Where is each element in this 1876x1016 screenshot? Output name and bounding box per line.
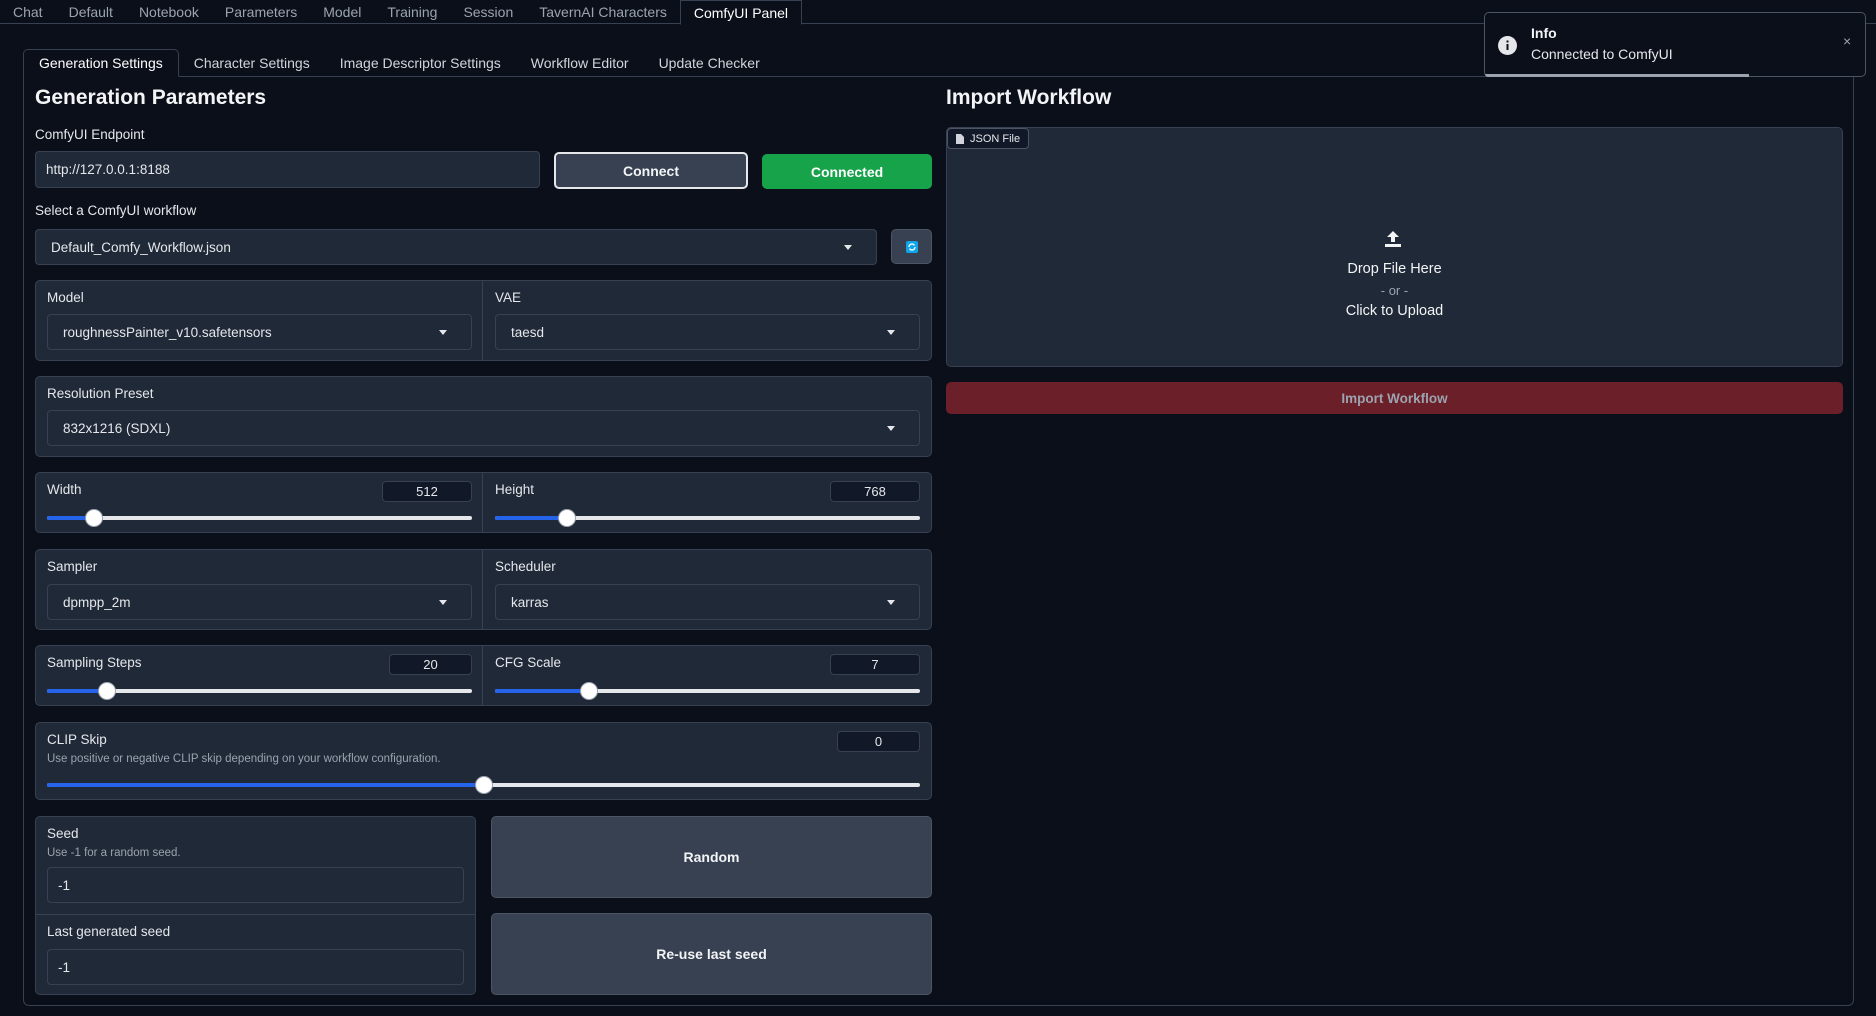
tab-notebook[interactable]: Notebook [126, 0, 212, 24]
tab-parameters[interactable]: Parameters [212, 0, 310, 24]
slider-thumb[interactable] [474, 776, 493, 794]
steps-cfg-panel [35, 645, 932, 706]
sampler-select-value: dpmpp_2m [63, 594, 131, 610]
sampler-select[interactable]: dpmpp_2m [47, 584, 472, 620]
toast-title: Info [1531, 25, 1557, 41]
seed-label: Seed [47, 826, 79, 841]
connection-status-button[interactable]: Connected [762, 154, 932, 189]
steps-label: Sampling Steps [47, 655, 142, 670]
last-seed-input[interactable]: -1 [47, 949, 464, 985]
tab-comfyui-panel[interactable]: ComfyUI Panel [679, 0, 803, 25]
close-icon[interactable]: × [1843, 33, 1851, 49]
clip-skip-label: CLIP Skip [47, 732, 107, 747]
endpoint-label: ComfyUI Endpoint [35, 127, 145, 142]
seed-help: Use -1 for a random seed. [47, 847, 181, 859]
panel-divider [482, 473, 483, 532]
clip-skip-help: Use positive or negative CLIP skip depen… [47, 753, 441, 765]
subtab-character-settings[interactable]: Character Settings [179, 49, 325, 76]
width-label: Width [47, 482, 82, 497]
tab-training[interactable]: Training [374, 0, 450, 24]
toast-progress-bar [1485, 74, 1749, 77]
scheduler-label: Scheduler [495, 559, 556, 574]
cfg-label: CFG Scale [495, 655, 562, 670]
sampler-label: Sampler [47, 559, 98, 574]
chevron-down-icon [887, 599, 895, 605]
panel-divider [482, 281, 483, 360]
info-icon [1498, 36, 1517, 55]
chevron-down-icon [887, 329, 895, 335]
connect-button[interactable]: Connect [554, 152, 748, 189]
height-slider[interactable] [495, 509, 920, 527]
chevron-down-icon [844, 244, 852, 250]
height-label: Height [495, 482, 535, 497]
workflow-select-value: Default_Comfy_Workflow.json [51, 239, 231, 255]
scheduler-select[interactable]: karras [495, 584, 920, 620]
resolution-select[interactable]: 832x1216 (SDXL) [47, 410, 920, 446]
subtab-workflow-editor[interactable]: Workflow Editor [516, 49, 644, 76]
slider-fill [495, 516, 568, 520]
model-select[interactable]: roughnessPainter_v10.safetensors [47, 314, 472, 350]
refresh-workflows-button[interactable] [891, 229, 932, 264]
subtab-update-checker[interactable]: Update Checker [644, 49, 775, 76]
height-number-input[interactable]: 768 [830, 481, 920, 502]
subtab-image-descriptor-settings[interactable]: Image Descriptor Settings [325, 49, 516, 76]
tab-default[interactable]: Default [56, 0, 126, 24]
file-icon [956, 133, 964, 144]
chevron-down-icon [439, 599, 447, 605]
steps-number-input[interactable]: 20 [389, 654, 472, 675]
chevron-down-icon [887, 425, 895, 431]
slider-thumb[interactable] [579, 682, 598, 700]
cfg-slider[interactable] [495, 682, 920, 700]
chevron-down-icon [439, 329, 447, 335]
toast-message: Connected to ComfyUI [1531, 46, 1673, 62]
width-number-input[interactable]: 512 [382, 481, 472, 502]
model-select-value: roughnessPainter_v10.safetensors [63, 324, 272, 340]
tab-chat[interactable]: Chat [0, 0, 56, 24]
panel-divider [36, 914, 475, 915]
width-slider[interactable] [47, 509, 472, 527]
steps-slider[interactable] [47, 682, 472, 700]
dimensions-panel [35, 472, 932, 533]
slider-thumb[interactable] [84, 509, 103, 527]
vae-select-value: taesd [511, 324, 545, 340]
panel-divider [482, 550, 483, 629]
workflow-label: Select a ComfyUI workflow [35, 203, 197, 218]
reuse-last-seed-button[interactable]: Re-use last seed [491, 913, 932, 995]
refresh-icon [905, 240, 918, 253]
random-seed-button[interactable]: Random [491, 816, 932, 898]
import-workflow-title: Import Workflow [946, 86, 1112, 109]
subtab-generation-settings[interactable]: Generation Settings [23, 49, 179, 77]
vae-select[interactable]: taesd [495, 314, 920, 350]
file-type-badge: JSON File [947, 128, 1030, 149]
click-to-upload-text: Click to Upload [1345, 303, 1444, 319]
workflow-select[interactable]: Default_Comfy_Workflow.json [35, 229, 877, 265]
tab-model[interactable]: Model [310, 0, 374, 24]
page-title: Generation Parameters [35, 86, 267, 109]
tab-tavernai-characters[interactable]: TavernAI Characters [526, 0, 680, 24]
last-seed-label: Last generated seed [47, 924, 171, 939]
model-label: Model [47, 290, 84, 305]
cfg-number-input[interactable]: 7 [830, 654, 920, 675]
import-workflow-button[interactable]: Import Workflow [946, 382, 1843, 414]
info-toast: Info Connected to ComfyUI × [1484, 12, 1866, 77]
slider-thumb[interactable] [97, 682, 116, 700]
clip-skip-slider[interactable] [47, 776, 920, 794]
scheduler-select-value: karras [511, 594, 549, 610]
tab-session[interactable]: Session [450, 0, 526, 24]
slider-fill [495, 689, 589, 693]
drop-file-text: Drop File Here [1347, 261, 1442, 277]
slider-fill [47, 783, 484, 787]
panel-divider [482, 646, 483, 705]
resolution-select-value: 832x1216 (SDXL) [63, 420, 171, 436]
upload-icon [1385, 231, 1401, 247]
endpoint-input[interactable]: http://127.0.0.1:8188 [35, 151, 540, 188]
vae-label: VAE [495, 290, 522, 305]
resolution-label: Resolution Preset [47, 386, 154, 401]
file-type-label: JSON File [970, 132, 1021, 145]
seed-input[interactable]: -1 [47, 867, 464, 903]
clip-skip-number-input[interactable]: 0 [837, 731, 920, 752]
or-text: - or - [1380, 283, 1409, 298]
